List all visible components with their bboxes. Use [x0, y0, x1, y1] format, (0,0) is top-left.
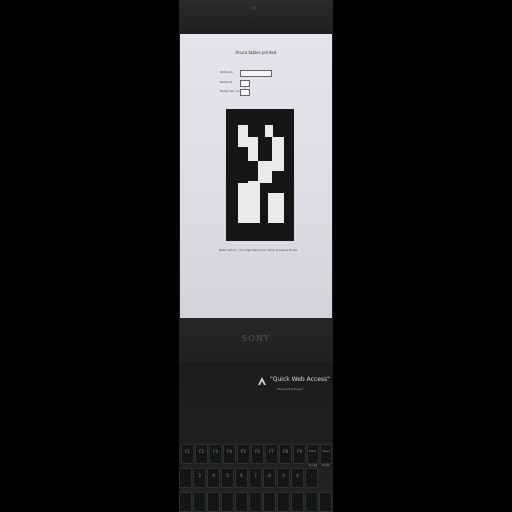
marker-size-input[interactable]: [240, 89, 250, 96]
marker-id-label: Marker ID: [220, 81, 233, 84]
screen-caption: Marker with ID — it's a legal size to pr…: [218, 249, 298, 252]
key-row3-3[interactable]: [207, 492, 220, 512]
key-blank[interactable]: [179, 468, 192, 488]
key-row3-11[interactable]: [319, 492, 332, 512]
webcam-icon: [252, 6, 256, 10]
marker-id-input[interactable]: [240, 80, 250, 87]
key-row3-10[interactable]: [305, 492, 318, 512]
key-row3-6[interactable]: [249, 492, 262, 512]
key-f4[interactable]: F4: [223, 444, 236, 464]
key-minus[interactable]: -: [305, 468, 318, 488]
key-f6[interactable]: F6: [251, 444, 264, 464]
keyboard-top-strip: [179, 414, 333, 442]
key-f5[interactable]: F5: [237, 444, 250, 464]
key-3[interactable]: 3: [193, 468, 206, 488]
photo-frame: Aruco tables printed Dictionary Marker I…: [0, 0, 512, 512]
marker-size-label: Marker size, mm: [220, 90, 241, 93]
laptop-photo: Aruco tables printed Dictionary Marker I…: [179, 0, 333, 512]
key-f8[interactable]: F8: [279, 444, 292, 464]
key-prtsc[interactable]: Prt Sc Sys Rq: [307, 444, 319, 467]
key-8[interactable]: 8: [263, 468, 276, 488]
key-7[interactable]: 7: [249, 468, 262, 488]
key-f2[interactable]: F2: [195, 444, 208, 464]
key-pause[interactable]: Pause Break: [320, 444, 332, 467]
key-f1[interactable]: F1: [181, 444, 194, 464]
brand-logo: SONY: [241, 334, 271, 343]
screen-top-bezel: [179, 0, 333, 34]
marker-id-row: Marker ID: [220, 80, 310, 87]
key-9[interactable]: 9: [277, 468, 290, 488]
key-f9[interactable]: F9: [293, 444, 306, 464]
key-f3[interactable]: F3: [209, 444, 222, 464]
quick-web-access-label: "Quick Web Access": [270, 376, 330, 383]
aruco-marker-pattern: [226, 109, 294, 241]
key-0[interactable]: 0: [291, 468, 304, 488]
quick-web-access-icon: [258, 377, 266, 385]
dictionary-select[interactable]: [240, 70, 272, 77]
laptop-screen: Aruco tables printed Dictionary Marker I…: [180, 34, 332, 318]
key-f7[interactable]: F7: [265, 444, 278, 464]
key-5[interactable]: 5: [221, 468, 234, 488]
key-row3-1[interactable]: [179, 492, 192, 512]
key-4[interactable]: 4: [207, 468, 220, 488]
marker-size-row: Marker size, mm: [220, 89, 310, 96]
key-row3-7[interactable]: [263, 492, 276, 512]
key-row3-5[interactable]: [235, 492, 248, 512]
key-row3-2[interactable]: [193, 492, 206, 512]
key-row3-4[interactable]: [221, 492, 234, 512]
dictionary-label: Dictionary: [220, 71, 233, 74]
aruco-marker: [226, 109, 294, 241]
key-row3-9[interactable]: [291, 492, 304, 512]
dictionary-row: Dictionary: [220, 70, 310, 77]
quick-web-access-sub: allows starting Browser*: [277, 388, 304, 391]
key-row3-8[interactable]: [277, 492, 290, 512]
screen-title: Aruco tables printed: [235, 50, 277, 55]
key-6[interactable]: 6: [235, 468, 248, 488]
keyboard: F1 F2 F3 F4 F5 F6 F7 F8 F9 Prt Sc Sys Rq…: [179, 442, 333, 512]
